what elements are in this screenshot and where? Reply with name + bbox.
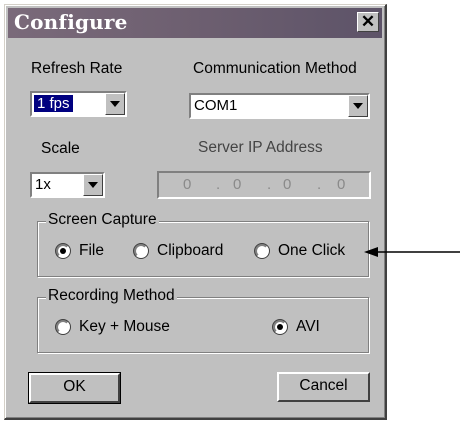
scale-label: Scale [41,140,80,157]
server-ip-label: Server IP Address [198,139,323,156]
ip-octet-1: 0 [183,176,192,193]
configure-dialog: Configure ✕ Refresh Rate 1 fps Communica… [4,4,387,420]
refresh-rate-dropdown-button[interactable] [105,93,125,115]
arrow-left-icon [364,247,460,257]
scale-select[interactable]: 1x [30,172,105,198]
communication-method-label: Communication Method [193,60,357,77]
radio-selected-icon [56,244,70,258]
scale-dropdown-button[interactable] [83,174,103,196]
scale-value: 1x [35,176,51,193]
server-ip-field: 0 . 0 . 0 . 0 [157,171,371,199]
refresh-rate-label: Refresh Rate [31,60,123,77]
chevron-down-icon [88,182,98,188]
ip-dot: . [317,176,322,193]
radio-key-mouse-label: Key + Mouse [79,318,170,335]
ok-button[interactable]: OK [28,372,121,404]
radio-clipboard[interactable]: Clipboard [134,242,223,260]
dialog-title: Configure [14,10,128,34]
screen-capture-title: Screen Capture [46,211,159,229]
refresh-rate-value: 1 fps [34,95,73,112]
ip-dot: . [267,176,272,193]
radio-avi-label: AVI [296,318,320,335]
radio-unselected-icon [255,244,269,258]
radio-file-label: File [79,242,104,259]
ip-dot: . [216,176,221,193]
radio-one-click[interactable]: One Click [255,242,345,260]
radio-file[interactable]: File [56,242,104,260]
close-button[interactable]: ✕ [357,12,379,32]
communication-method-value: COM1 [194,97,238,114]
close-icon: ✕ [360,12,376,31]
ip-octet-2: 0 [233,176,242,193]
ip-octet-3: 0 [283,176,292,193]
recording-method-title: Recording Method [46,287,177,305]
communication-method-select[interactable]: COM1 [189,93,370,119]
radio-clipboard-label: Clipboard [157,242,224,259]
title-bar[interactable]: Configure ✕ [8,8,382,38]
cancel-button[interactable]: Cancel [277,372,370,402]
radio-one-click-label: One Click [278,242,346,259]
radio-selected-icon [273,320,287,334]
communication-method-dropdown-button[interactable] [348,95,368,117]
radio-avi[interactable]: AVI [273,318,320,336]
radio-key-mouse[interactable]: Key + Mouse [56,318,170,336]
refresh-rate-select[interactable]: 1 fps [30,91,127,117]
radio-unselected-icon [56,320,70,334]
chevron-down-icon [353,103,363,109]
chevron-down-icon [110,101,120,107]
radio-unselected-icon [134,244,148,258]
ip-octet-4: 0 [337,176,346,193]
